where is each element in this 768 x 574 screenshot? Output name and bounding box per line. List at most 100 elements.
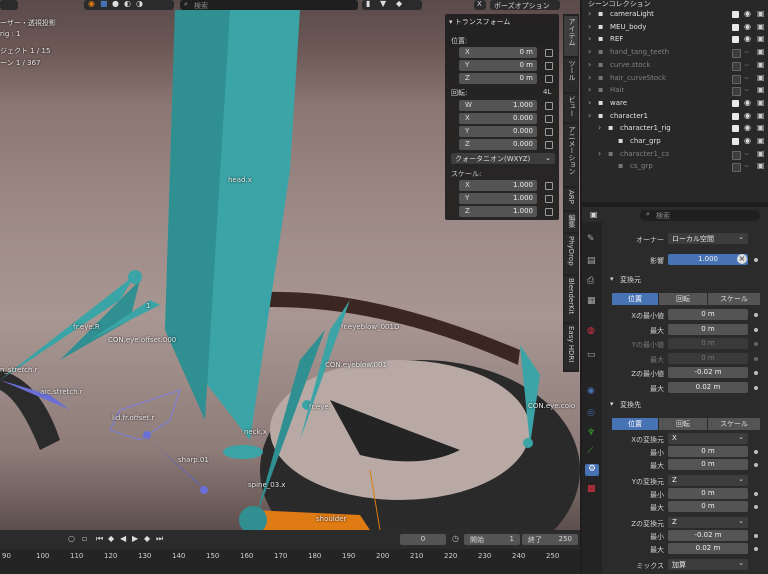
render-camera-icon[interactable]: ▣ (757, 161, 765, 170)
filter-icon[interactable]: ▼ (380, 0, 386, 8)
prev-keyframe-icon[interactable]: ◆ (108, 534, 114, 543)
rotation-y-field[interactable]: Y 0.000 (459, 126, 537, 137)
visibility-eye-icon[interactable]: ◉ (744, 9, 751, 18)
outliner-row[interactable]: › ▪ character1_rig ◉ ▣ (582, 123, 768, 135)
visibility-eye-icon[interactable]: ◉ (744, 111, 751, 120)
from-limit-field[interactable]: 0 m (668, 323, 748, 335)
exclude-checkbox[interactable] (732, 87, 741, 97)
expand-chevron-icon[interactable]: › (598, 123, 601, 132)
scale-x-field[interactable]: X 1.000 (459, 180, 537, 191)
timeline-track[interactable] (0, 549, 580, 574)
outliner-row[interactable]: › ▪ Hair ⌣ ▣ (582, 85, 768, 97)
properties-menu-icon[interactable]: ▣ (590, 210, 602, 220)
exclude-checkbox[interactable] (732, 163, 741, 173)
solid-shading-icon[interactable]: ● (112, 0, 119, 8)
exclude-checkbox[interactable] (732, 125, 739, 133)
visibility-eye-icon[interactable]: ⌣ (744, 73, 749, 83)
from-tab-location[interactable]: 位置 (612, 293, 658, 305)
rotation-x-field[interactable]: X 0.000 (459, 113, 537, 124)
keyframe-dot-icon[interactable] (754, 505, 758, 509)
keyframe-dot-icon[interactable] (754, 492, 758, 496)
render-camera-icon[interactable]: ▣ (757, 9, 765, 18)
joint-purple-1[interactable] (143, 431, 151, 439)
z-min-field[interactable]: -0.02 m (668, 530, 748, 541)
keyframe-dot-icon[interactable] (754, 534, 758, 538)
end-frame-field[interactable]: 終了 250 (522, 534, 578, 545)
pose-options-button[interactable]: ポーズオプション (490, 0, 560, 10)
keyframe-dot-icon[interactable] (754, 327, 758, 332)
from-limit-field[interactable]: 0.02 m (668, 381, 748, 393)
rotation-mode-dropdown[interactable]: クォータニオン(WXYZ) ⌄ (451, 153, 555, 164)
render-camera-icon[interactable]: ▣ (757, 34, 765, 43)
wireframe-icon[interactable]: ■ (100, 0, 108, 8)
bookmark-icon[interactable]: ▮ (366, 0, 370, 8)
joint-eye-r[interactable] (128, 270, 142, 284)
expand-chevron-icon[interactable]: › (588, 22, 591, 31)
tab-arp[interactable]: ARP (564, 188, 578, 210)
from-tab-scale[interactable]: スケール (708, 293, 760, 305)
shield-icon[interactable]: ◆ (396, 0, 402, 8)
keyframe-dot-icon[interactable] (754, 258, 758, 262)
visibility-eye-icon[interactable]: ⌣ (744, 85, 749, 95)
render-camera-icon[interactable]: ▣ (757, 73, 765, 82)
tab-easy-hdri[interactable]: Easy HDRI (564, 324, 578, 370)
texture-tab-icon[interactable]: ▩ (587, 484, 596, 494)
shading-buttons[interactable]: ◉ ■ ● ◐ ◑ (84, 0, 174, 10)
from-section-header[interactable]: ▾ 変換元 (604, 275, 768, 287)
expand-chevron-icon[interactable]: › (588, 60, 591, 69)
exclude-checkbox[interactable] (732, 11, 739, 18)
x-map-dropdown[interactable]: X ⌄ (668, 433, 748, 444)
expand-chevron-icon[interactable]: › (588, 34, 591, 43)
material-shading-icon[interactable]: ◐ (124, 0, 131, 8)
armature-tab-icon[interactable]: ♆ (587, 428, 595, 438)
lock-icon[interactable] (545, 49, 553, 57)
render-camera-icon[interactable]: ▣ (757, 60, 765, 69)
scale-z-field[interactable]: Z 1.000 (459, 206, 537, 217)
exclude-checkbox[interactable] (732, 74, 741, 84)
lock-icon[interactable] (545, 208, 553, 216)
render-camera-icon[interactable]: ▣ (757, 123, 765, 132)
disable-x-icon[interactable]: × (737, 254, 747, 264)
expand-chevron-icon[interactable]: › (588, 47, 591, 56)
viewport-filter-buttons[interactable]: ▮ ▼ ◆ (362, 0, 422, 10)
expand-chevron-icon[interactable]: › (588, 9, 591, 18)
x-max-field[interactable]: 0 m (668, 459, 748, 470)
exclude-checkbox[interactable] (732, 23, 739, 31)
location-x-field[interactable]: X 0 m (459, 47, 537, 58)
render-camera-icon[interactable]: ▣ (757, 22, 765, 31)
keyframe-dot-icon[interactable] (754, 342, 758, 346)
transform-panel-header[interactable]: ▾ トランスフォーム (449, 17, 510, 27)
keyframe-dot-icon[interactable] (754, 356, 758, 361)
clock-icon[interactable]: ◷ (452, 534, 459, 543)
jump-start-icon[interactable]: ⏮ (96, 534, 103, 544)
keyframe-dot-icon[interactable] (754, 371, 758, 375)
location-y-field[interactable]: Y 0 m (459, 60, 537, 71)
to-tab-rotation[interactable]: 回転 (659, 418, 707, 430)
outliner-row[interactable]: ▪ cs_grp ⌣ ▣ (582, 161, 768, 173)
play-icon[interactable]: ▶ (132, 534, 138, 543)
bone-constraint-tab-icon[interactable]: ⚙ (585, 464, 599, 476)
view-layer-tab-icon[interactable]: ▦ (587, 296, 596, 306)
outliner-row[interactable]: › ▪ character1_cs ⌣ ▣ (582, 149, 768, 161)
location-z-field[interactable]: Z 0 m (459, 73, 537, 84)
output-tab-icon[interactable]: ⎙ (587, 276, 594, 286)
overlay-icon[interactable]: ◉ (88, 0, 95, 8)
expand-chevron-icon[interactable]: › (588, 111, 591, 120)
visibility-eye-icon[interactable]: ⌣ (744, 161, 749, 171)
3d-viewport[interactable]: ーザー・透視投影 rig : 1 ジェクト 1 / 15 ーン 1 / 367 … (0, 0, 580, 530)
render-camera-icon[interactable]: ▣ (757, 149, 765, 158)
outliner-row[interactable]: ▪ char_grp ◉ ▣ (582, 136, 768, 148)
exclude-checkbox[interactable] (732, 150, 741, 160)
rotation-4l-toggle[interactable]: 4L (543, 88, 551, 96)
lock-icon[interactable] (545, 75, 553, 83)
from-limit-field[interactable]: 0 m (668, 309, 748, 320)
joint-eye-colo[interactable] (523, 438, 533, 448)
lock-icon[interactable] (545, 141, 553, 149)
tab-item[interactable]: アイテム (564, 16, 578, 56)
from-limit-field[interactable]: 0 m (668, 338, 748, 349)
exclude-checkbox[interactable] (732, 36, 739, 44)
outliner-row[interactable]: › ▪ hair_curveStock ⌣ ▣ (582, 73, 768, 85)
record-icon[interactable]: ○ (68, 534, 75, 543)
render-camera-icon[interactable]: ▣ (757, 47, 765, 56)
marker-icon[interactable]: ▫ (82, 534, 87, 543)
